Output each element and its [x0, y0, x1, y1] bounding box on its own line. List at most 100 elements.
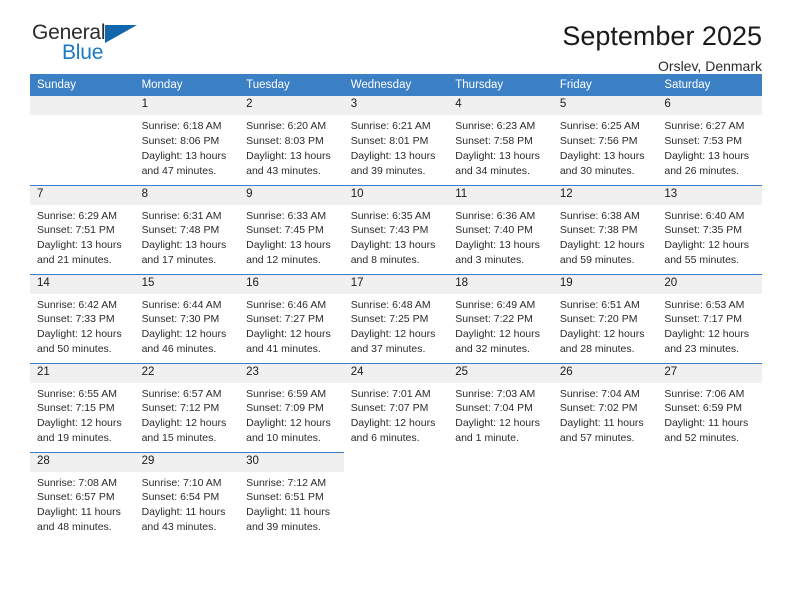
daylight-text-line2: and 52 minutes. [664, 432, 740, 445]
calendar-day-cell[interactable]: 26 Sunrise: 7:04 AM Sunset: 7:02 PM Dayligh… [552, 362, 658, 452]
daylight-text-line1: Daylight: 12 hours [455, 417, 540, 430]
calendar-day-cell[interactable]: 29 Sunrise: 7:10 AM Sunset: 6:54 PM Dayligh… [134, 451, 240, 541]
daylight-text-line2: and 55 minutes. [664, 254, 740, 267]
calendar-day-cell[interactable]: 22 Sunrise: 6:57 AM Sunset: 7:12 PM Dayligh… [134, 362, 240, 452]
calendar-day-cell[interactable]: 27 Sunrise: 7:06 AM Sunset: 6:59 PM Dayligh… [657, 362, 762, 452]
daylight-text-line1: Daylight: 13 hours [455, 149, 540, 162]
weekday-header-wednesday: Wednesday [343, 74, 449, 96]
day-number: 16 [239, 274, 344, 294]
calendar-week-row: 28 Sunrise: 7:08 AM Sunset: 6:57 PM Dayligh… [30, 451, 762, 541]
calendar-day-cell[interactable]: 30 Sunrise: 7:12 AM Sunset: 6:51 PM Dayligh… [239, 451, 344, 541]
sunrise-text: Sunrise: 6:35 AM [350, 209, 431, 222]
weekday-header-row: Sunday Monday Tuesday Wednesday Thursday… [30, 74, 762, 96]
daylight-text-line1: Daylight: 12 hours [246, 417, 331, 430]
calendar-day-cell[interactable]: 1 Sunrise: 6:18 AM Sunset: 8:06 PM Daylight… [134, 96, 240, 185]
calendar-day-cell[interactable]: 21 Sunrise: 6:55 AM Sunset: 7:15 PM Dayligh… [30, 362, 135, 452]
calendar-day-cell[interactable]: 5 Sunrise: 6:25 AM Sunset: 7:56 PM Daylight… [552, 96, 658, 185]
day-details: Sunrise: 6:57 AM Sunset: 7:12 PM Daylight:… [135, 383, 240, 447]
sunset-text: Sunset: 7:15 PM [37, 402, 115, 415]
calendar-day-cell[interactable]: 11 Sunrise: 6:36 AM Sunset: 7:40 PM Dayligh… [448, 184, 553, 274]
calendar-day-cell[interactable]: 7 Sunrise: 6:29 AM Sunset: 7:51 PM Daylight… [30, 184, 135, 274]
day-details: Sunrise: 6:27 AM Sunset: 7:53 PM Daylight:… [657, 115, 762, 179]
day-details: Sunrise: 6:53 AM Sunset: 7:17 PM Daylight:… [657, 294, 762, 358]
daylight-text-line1: Daylight: 13 hours [455, 239, 540, 252]
sunset-text: Sunset: 7:43 PM [350, 224, 429, 237]
daylight-text-line1: Daylight: 13 hours [246, 239, 331, 252]
calendar-day-cell-empty [448, 452, 553, 541]
calendar-page: General Blue September 2025 Orslev, Denm… [0, 0, 792, 612]
daylight-text-line2: and 41 minutes. [246, 343, 321, 356]
day-number: 13 [657, 185, 762, 205]
sunset-text: Sunset: 7:02 PM [559, 402, 638, 415]
day-details: Sunrise: 6:38 AM Sunset: 7:38 PM Daylight:… [553, 205, 658, 269]
logo-text-general: General [32, 21, 106, 44]
day-number [657, 453, 762, 472]
calendar-day-cell[interactable]: 19 Sunrise: 6:51 AM Sunset: 7:20 PM Dayligh… [552, 273, 658, 363]
calendar-day-cell[interactable]: 10 Sunrise: 6:35 AM Sunset: 7:43 PM Dayligh… [343, 184, 449, 274]
location-label: Orslev, Denmark [658, 58, 762, 75]
calendar-day-cell[interactable]: 12 Sunrise: 6:38 AM Sunset: 7:38 PM Dayligh… [552, 184, 658, 274]
sunset-text: Sunset: 7:12 PM [141, 402, 220, 415]
day-number: 26 [552, 363, 658, 383]
sunrise-text: Sunrise: 6:29 AM [37, 209, 117, 222]
calendar-week-row: 7 Sunrise: 6:29 AM Sunset: 7:51 PM Daylight… [30, 184, 762, 274]
weekday-header-thursday: Thursday [448, 74, 553, 96]
sunset-text: Sunset: 6:57 PM [37, 491, 115, 504]
calendar-day-cell[interactable]: 14 Sunrise: 6:42 AM Sunset: 7:33 PM Dayligh… [30, 273, 135, 363]
calendar-day-cell[interactable]: 24 Sunrise: 7:01 AM Sunset: 7:07 PM Dayligh… [343, 362, 449, 452]
logo-text-blue: Blue [62, 41, 104, 64]
day-details: Sunrise: 6:20 AM Sunset: 8:03 PM Daylight:… [239, 115, 344, 179]
day-number: 28 [30, 452, 135, 472]
sunrise-text: Sunrise: 6:18 AM [141, 120, 222, 132]
sunrise-text: Sunrise: 6:46 AM [246, 298, 327, 311]
day-number: 20 [657, 274, 762, 294]
calendar-day-cell[interactable]: 8 Sunrise: 6:31 AM Sunset: 7:48 PM Daylight… [134, 184, 240, 274]
day-number: 1 [134, 96, 240, 115]
daylight-text-line1: Daylight: 11 hours [141, 506, 226, 519]
daylight-text-line1: Daylight: 13 hours [350, 149, 436, 162]
day-details: Sunrise: 6:42 AM Sunset: 7:33 PM Daylight:… [30, 294, 135, 358]
day-number: 18 [448, 274, 553, 294]
day-number: 3 [343, 96, 449, 115]
calendar-day-cell[interactable]: 17 Sunrise: 6:48 AM Sunset: 7:25 PM Dayligh… [343, 273, 449, 363]
calendar-day-cell[interactable]: 23 Sunrise: 6:59 AM Sunset: 7:09 PM Dayligh… [239, 362, 344, 452]
calendar-day-cell[interactable]: 9 Sunrise: 6:33 AM Sunset: 7:45 PM Daylight… [239, 184, 344, 274]
calendar-day-cell[interactable]: 13 Sunrise: 6:40 AM Sunset: 7:35 PM Dayligh… [657, 184, 762, 274]
calendar-day-cell[interactable]: 16 Sunrise: 6:46 AM Sunset: 7:27 PM Dayligh… [239, 273, 344, 363]
day-number: 14 [30, 274, 135, 294]
calendar-day-cell[interactable]: 15 Sunrise: 6:44 AM Sunset: 7:30 PM Dayligh… [134, 273, 240, 363]
calendar-day-cell[interactable]: 25 Sunrise: 7:03 AM Sunset: 7:04 PM Dayligh… [448, 362, 553, 452]
daylight-text-line2: and 19 minutes. [37, 432, 112, 445]
daylight-text-line1: Daylight: 12 hours [350, 417, 436, 430]
sunset-text: Sunset: 7:45 PM [246, 224, 324, 237]
sunset-text: Sunset: 7:33 PM [37, 313, 115, 326]
calendar-day-cell[interactable]: 3 Sunrise: 6:21 AM Sunset: 8:01 PM Daylight… [343, 96, 449, 185]
daylight-text-line2: and 12 minutes. [246, 254, 321, 267]
day-number: 22 [134, 363, 240, 383]
day-number: 23 [239, 363, 344, 383]
day-details: Sunrise: 7:10 AM Sunset: 6:54 PM Daylight:… [135, 472, 240, 536]
sunrise-text: Sunrise: 6:48 AM [350, 298, 431, 311]
calendar-day-cell[interactable]: 18 Sunrise: 6:49 AM Sunset: 7:22 PM Dayligh… [448, 273, 553, 363]
calendar-day-cell[interactable]: 2 Sunrise: 6:20 AM Sunset: 8:03 PM Daylight… [239, 96, 344, 185]
calendar-day-cell[interactable]: 6 Sunrise: 6:27 AM Sunset: 7:53 PM Daylight… [657, 96, 762, 185]
calendar-day-cell[interactable]: 20 Sunrise: 6:53 AM Sunset: 7:17 PM Dayligh… [657, 273, 762, 363]
calendar-day-cell[interactable]: 28 Sunrise: 7:08 AM Sunset: 6:57 PM Dayligh… [30, 451, 135, 541]
calendar-day-cell[interactable]: 4 Sunrise: 6:23 AM Sunset: 7:58 PM Daylight… [448, 96, 553, 185]
day-details: Sunrise: 6:44 AM Sunset: 7:30 PM Daylight:… [135, 294, 240, 358]
day-number: 12 [552, 185, 658, 205]
sunrise-text: Sunrise: 6:25 AM [559, 120, 640, 132]
day-number [30, 96, 135, 115]
daylight-text-line1: Daylight: 12 hours [559, 328, 645, 341]
sunset-text: Sunset: 8:01 PM [350, 134, 429, 147]
calendar-week-row: 14 Sunrise: 6:42 AM Sunset: 7:33 PM Dayligh… [30, 273, 762, 363]
calendar-week-row: 1 Sunrise: 6:18 AM Sunset: 8:06 PM Daylight… [30, 96, 762, 185]
daylight-text-line1: Daylight: 13 hours [141, 239, 227, 252]
day-number: 7 [30, 185, 135, 205]
daylight-text-line1: Daylight: 13 hours [350, 239, 436, 252]
daylight-text-line2: and 6 minutes. [350, 432, 420, 445]
day-number: 15 [134, 274, 240, 294]
daylight-text-line1: Daylight: 12 hours [664, 239, 750, 252]
daylight-text-line1: Daylight: 12 hours [664, 328, 750, 341]
general-blue-logo[interactable]: General Blue [30, 22, 150, 70]
